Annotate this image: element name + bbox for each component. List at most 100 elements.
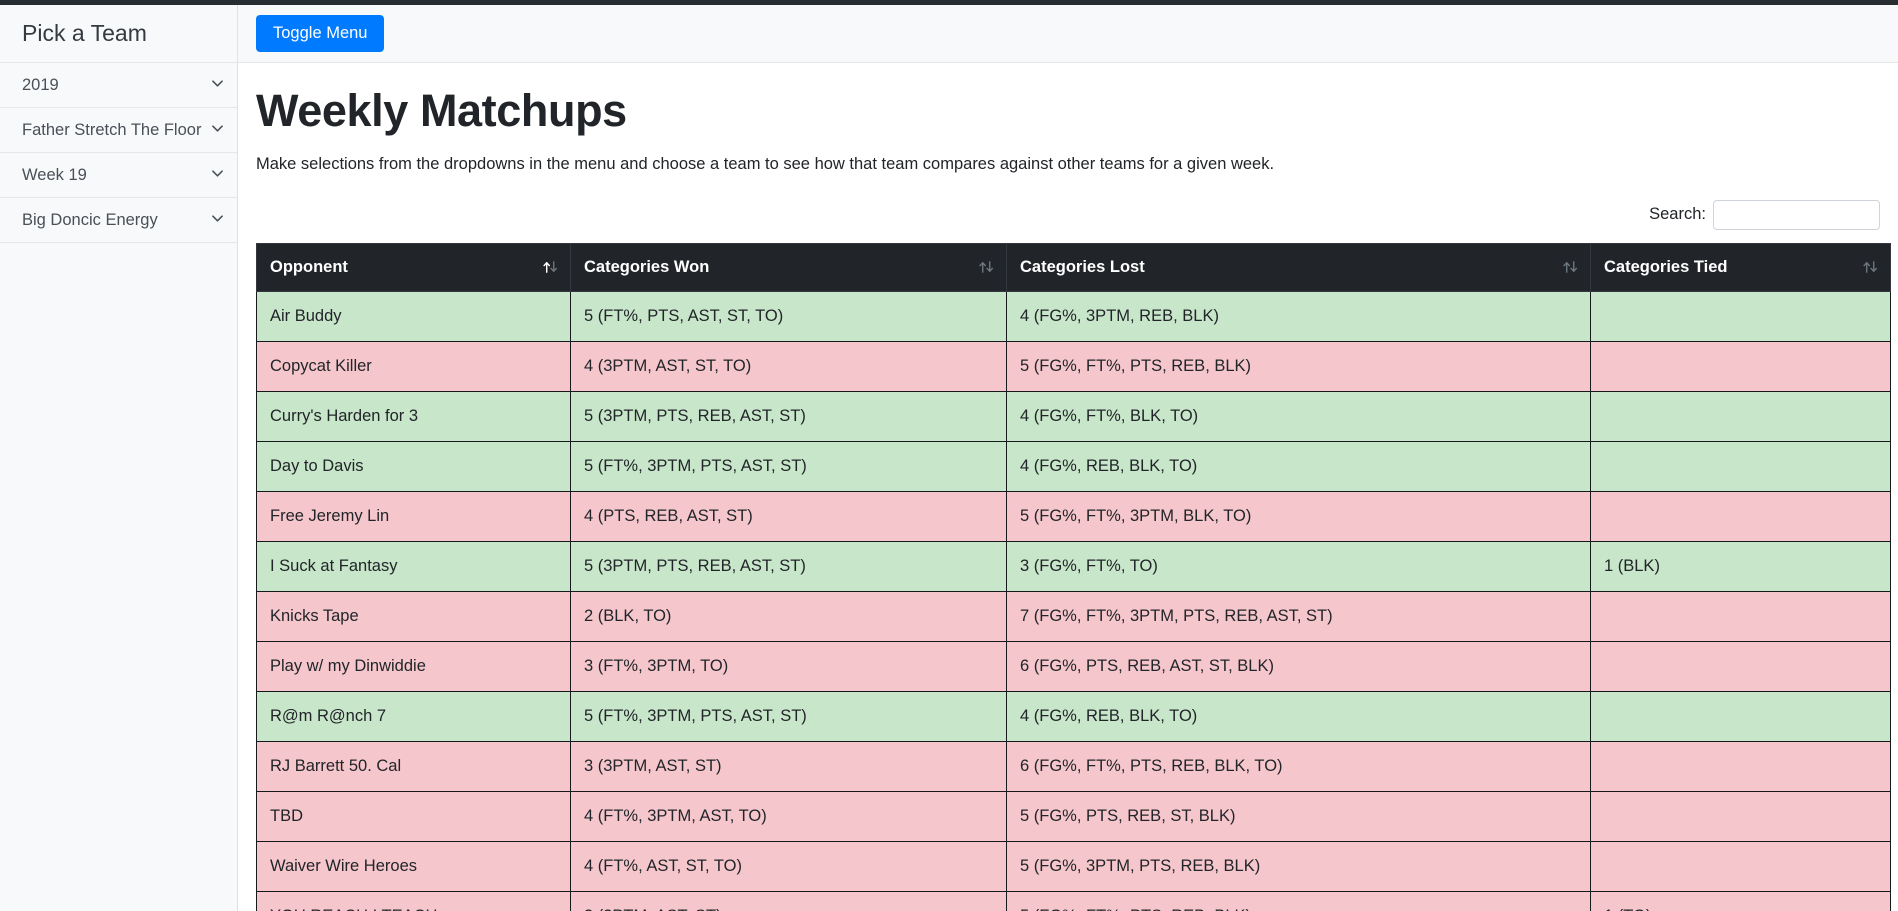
table-row[interactable]: Free Jeremy Lin 4 (PTS, REB, AST, ST) 5 (F…: [256, 490, 1891, 542]
categories-won-cell: 5 (3PTM, PTS, REB, AST, ST): [570, 540, 1007, 592]
league-select-value: Father Stretch The Floor: [22, 120, 202, 139]
navbar: Toggle Menu: [238, 5, 1898, 63]
table-row[interactable]: Waiver Wire Heroes 4 (FT%, AST, ST, TO) 5 …: [256, 840, 1891, 892]
categories-lost-cell: 4 (FG%, 3PTM, REB, BLK): [1006, 290, 1591, 342]
column-header-categories-lost[interactable]: Categories Lost: [1006, 242, 1591, 292]
table-header-row: Opponent Categories Won Categories Lost Cat…: [256, 242, 1891, 292]
categories-tied-cell: [1590, 740, 1891, 792]
search-row: Search:: [256, 199, 1898, 230]
chevron-down-icon: [212, 215, 223, 226]
categories-tied-cell: [1590, 640, 1891, 692]
categories-won-cell: 4 (3PTM, AST, ST, TO): [570, 340, 1007, 392]
table-row[interactable]: Day to Davis 5 (FT%, 3PTM, PTS, AST, ST) 4…: [256, 440, 1891, 492]
categories-lost-cell: 5 (FG%, FT%, PTS, REB, BLK): [1006, 340, 1591, 392]
categories-won-cell: 3 (FT%, 3PTM, TO): [570, 640, 1007, 692]
opponent-cell: I Suck at Fantasy: [256, 540, 571, 592]
table-row[interactable]: Copycat Killer 4 (3PTM, AST, ST, TO) 5 (FG…: [256, 340, 1891, 392]
sort-both-icon[interactable]: [1562, 260, 1579, 275]
opponent-cell: Copycat Killer: [256, 340, 571, 392]
table-header: Opponent Categories Won Categories Lost Cat…: [256, 242, 1891, 292]
categories-lost-cell: 5 (FG%, PTS, REB, ST, BLK): [1006, 790, 1591, 842]
week-select[interactable]: Week 19: [0, 153, 237, 198]
sort-ascending-icon[interactable]: [542, 260, 559, 275]
categories-tied-cell: [1590, 440, 1891, 492]
categories-lost-cell: 6 (FG%, PTS, REB, AST, ST, BLK): [1006, 640, 1591, 692]
categories-tied-cell: [1590, 390, 1891, 442]
table-row[interactable]: YOU REACH I TEACH3 (3PTM, AST, ST)5 (FG%…: [256, 890, 1891, 911]
column-header-label: Categories Lost: [1020, 257, 1145, 276]
categories-won-cell: 5 (3PTM, PTS, REB, AST, ST): [570, 390, 1007, 442]
categories-tied-cell: 1 (TO): [1590, 890, 1891, 911]
chevron-down-icon: [212, 125, 223, 136]
opponent-cell: RJ Barrett 50. Cal: [256, 740, 571, 792]
matchups-table: Opponent Categories Won Categories Lost Cat…: [256, 242, 1891, 911]
table-row[interactable]: Air Buddy 5 (FT%, PTS, AST, ST, TO) 4 (FG%…: [256, 290, 1891, 342]
categories-tied-cell: [1590, 840, 1891, 892]
chevron-down-icon: [212, 170, 223, 181]
categories-tied-cell: [1590, 790, 1891, 842]
team-select-value: Big Doncic Energy: [22, 210, 158, 229]
opponent-cell: Knicks Tape: [256, 590, 571, 642]
categories-lost-cell: 5 (FG%, 3PTM, PTS, REB, BLK): [1006, 840, 1591, 892]
categories-won-cell: 3 (3PTM, AST, ST): [570, 890, 1007, 911]
sidebar-select-list: 2019 Father Stretch The Floor Week 19 Big D…: [0, 63, 237, 243]
categories-won-cell: 5 (FT%, 3PTM, PTS, AST, ST): [570, 440, 1007, 492]
column-header-opponent[interactable]: Opponent: [256, 242, 571, 292]
season-select[interactable]: 2019: [0, 63, 237, 108]
main-content: Weekly Matchups Make selections from the…: [238, 63, 1898, 911]
opponent-cell: Curry's Harden for 3: [256, 390, 571, 442]
categories-lost-cell: 4 (FG%, REB, BLK, TO): [1006, 690, 1591, 742]
search-input[interactable]: [1713, 199, 1880, 230]
categories-tied-cell: [1590, 690, 1891, 742]
column-header-label: Opponent: [270, 257, 348, 276]
column-header-categories-tied[interactable]: Categories Tied: [1590, 242, 1891, 292]
categories-won-cell: 2 (BLK, TO): [570, 590, 1007, 642]
categories-lost-cell: 4 (FG%, REB, BLK, TO): [1006, 440, 1591, 492]
table-row[interactable]: R@m R@nch 75 (FT%, 3PTM, PTS, AST, ST) 4 …: [256, 690, 1891, 742]
page-subtitle: Make selections from the dropdowns in th…: [256, 154, 1275, 173]
toggle-menu-button[interactable]: Toggle Menu: [256, 14, 385, 53]
categories-won-cell: 4 (FT%, AST, ST, TO): [570, 840, 1007, 892]
table-row[interactable]: Knicks Tape 2 (BLK, TO) 7 (FG%, FT%, 3PTM,…: [256, 590, 1891, 642]
table-row[interactable]: Curry's Harden for 35 (3PTM, PTS, REB, A…: [256, 390, 1891, 442]
categories-tied-cell: [1590, 590, 1891, 642]
table-scroll-container[interactable]: Opponent Categories Won Categories Lost Cat…: [256, 242, 1898, 911]
table-row[interactable]: Play w/ my Dinwiddie 3 (FT%, 3PTM, TO) 6 (…: [256, 640, 1891, 692]
table-row[interactable]: TBD 4 (FT%, 3PTM, AST, TO) 5 (FG%, PTS, RE…: [256, 790, 1891, 842]
league-select[interactable]: Father Stretch The Floor: [0, 108, 237, 153]
categories-lost-cell: 6 (FG%, FT%, PTS, REB, BLK, TO): [1006, 740, 1591, 792]
sidebar: Pick a Team 2019 Father Stretch The Floor…: [0, 5, 238, 911]
opponent-cell: Play w/ my Dinwiddie: [256, 640, 571, 692]
page-title: Weekly Matchups: [256, 85, 627, 136]
opponent-cell: Day to Davis: [256, 440, 571, 492]
categories-tied-cell: [1590, 290, 1891, 342]
categories-lost-cell: 5 (FG%, FT%, PTS, REB, BLK): [1006, 890, 1591, 911]
categories-won-cell: 4 (PTS, REB, AST, ST): [570, 490, 1007, 542]
search-label: Search:: [1649, 205, 1706, 224]
categories-won-cell: 5 (FT%, 3PTM, PTS, AST, ST): [570, 690, 1007, 742]
table-row[interactable]: I Suck at Fantasy 5 (3PTM, PTS, REB, AST,…: [256, 540, 1891, 592]
column-header-categories-won[interactable]: Categories Won: [570, 242, 1007, 292]
categories-tied-cell: [1590, 340, 1891, 392]
categories-won-cell: 3 (3PTM, AST, ST): [570, 740, 1007, 792]
sort-both-icon[interactable]: [978, 260, 995, 275]
top-accent-strip: [0, 0, 1898, 5]
table-body: Air Buddy 5 (FT%, PTS, AST, ST, TO) 4 (FG%…: [256, 290, 1891, 911]
team-select[interactable]: Big Doncic Energy: [0, 198, 237, 243]
week-select-value: Week 19: [22, 165, 87, 184]
column-header-label: Categories Tied: [1604, 257, 1728, 276]
categories-lost-cell: 7 (FG%, FT%, 3PTM, PTS, REB, AST, ST): [1006, 590, 1591, 642]
season-select-value: 2019: [22, 75, 59, 94]
sidebar-title: Pick a Team: [0, 5, 237, 63]
opponent-cell: Free Jeremy Lin: [256, 490, 571, 542]
sort-both-icon[interactable]: [1862, 260, 1879, 275]
opponent-cell: Waiver Wire Heroes: [256, 840, 571, 892]
categories-won-cell: 5 (FT%, PTS, AST, ST, TO): [570, 290, 1007, 342]
opponent-cell: TBD: [256, 790, 571, 842]
table-row[interactable]: RJ Barrett 50. Cal 3 (3PTM, AST, ST) 6 (FG…: [256, 740, 1891, 792]
chevron-down-icon: [212, 80, 223, 91]
categories-won-cell: 4 (FT%, 3PTM, AST, TO): [570, 790, 1007, 842]
opponent-cell: R@m R@nch 7: [256, 690, 571, 742]
opponent-cell: YOU REACH I TEACH: [256, 890, 571, 911]
categories-lost-cell: 3 (FG%, FT%, TO): [1006, 540, 1591, 592]
